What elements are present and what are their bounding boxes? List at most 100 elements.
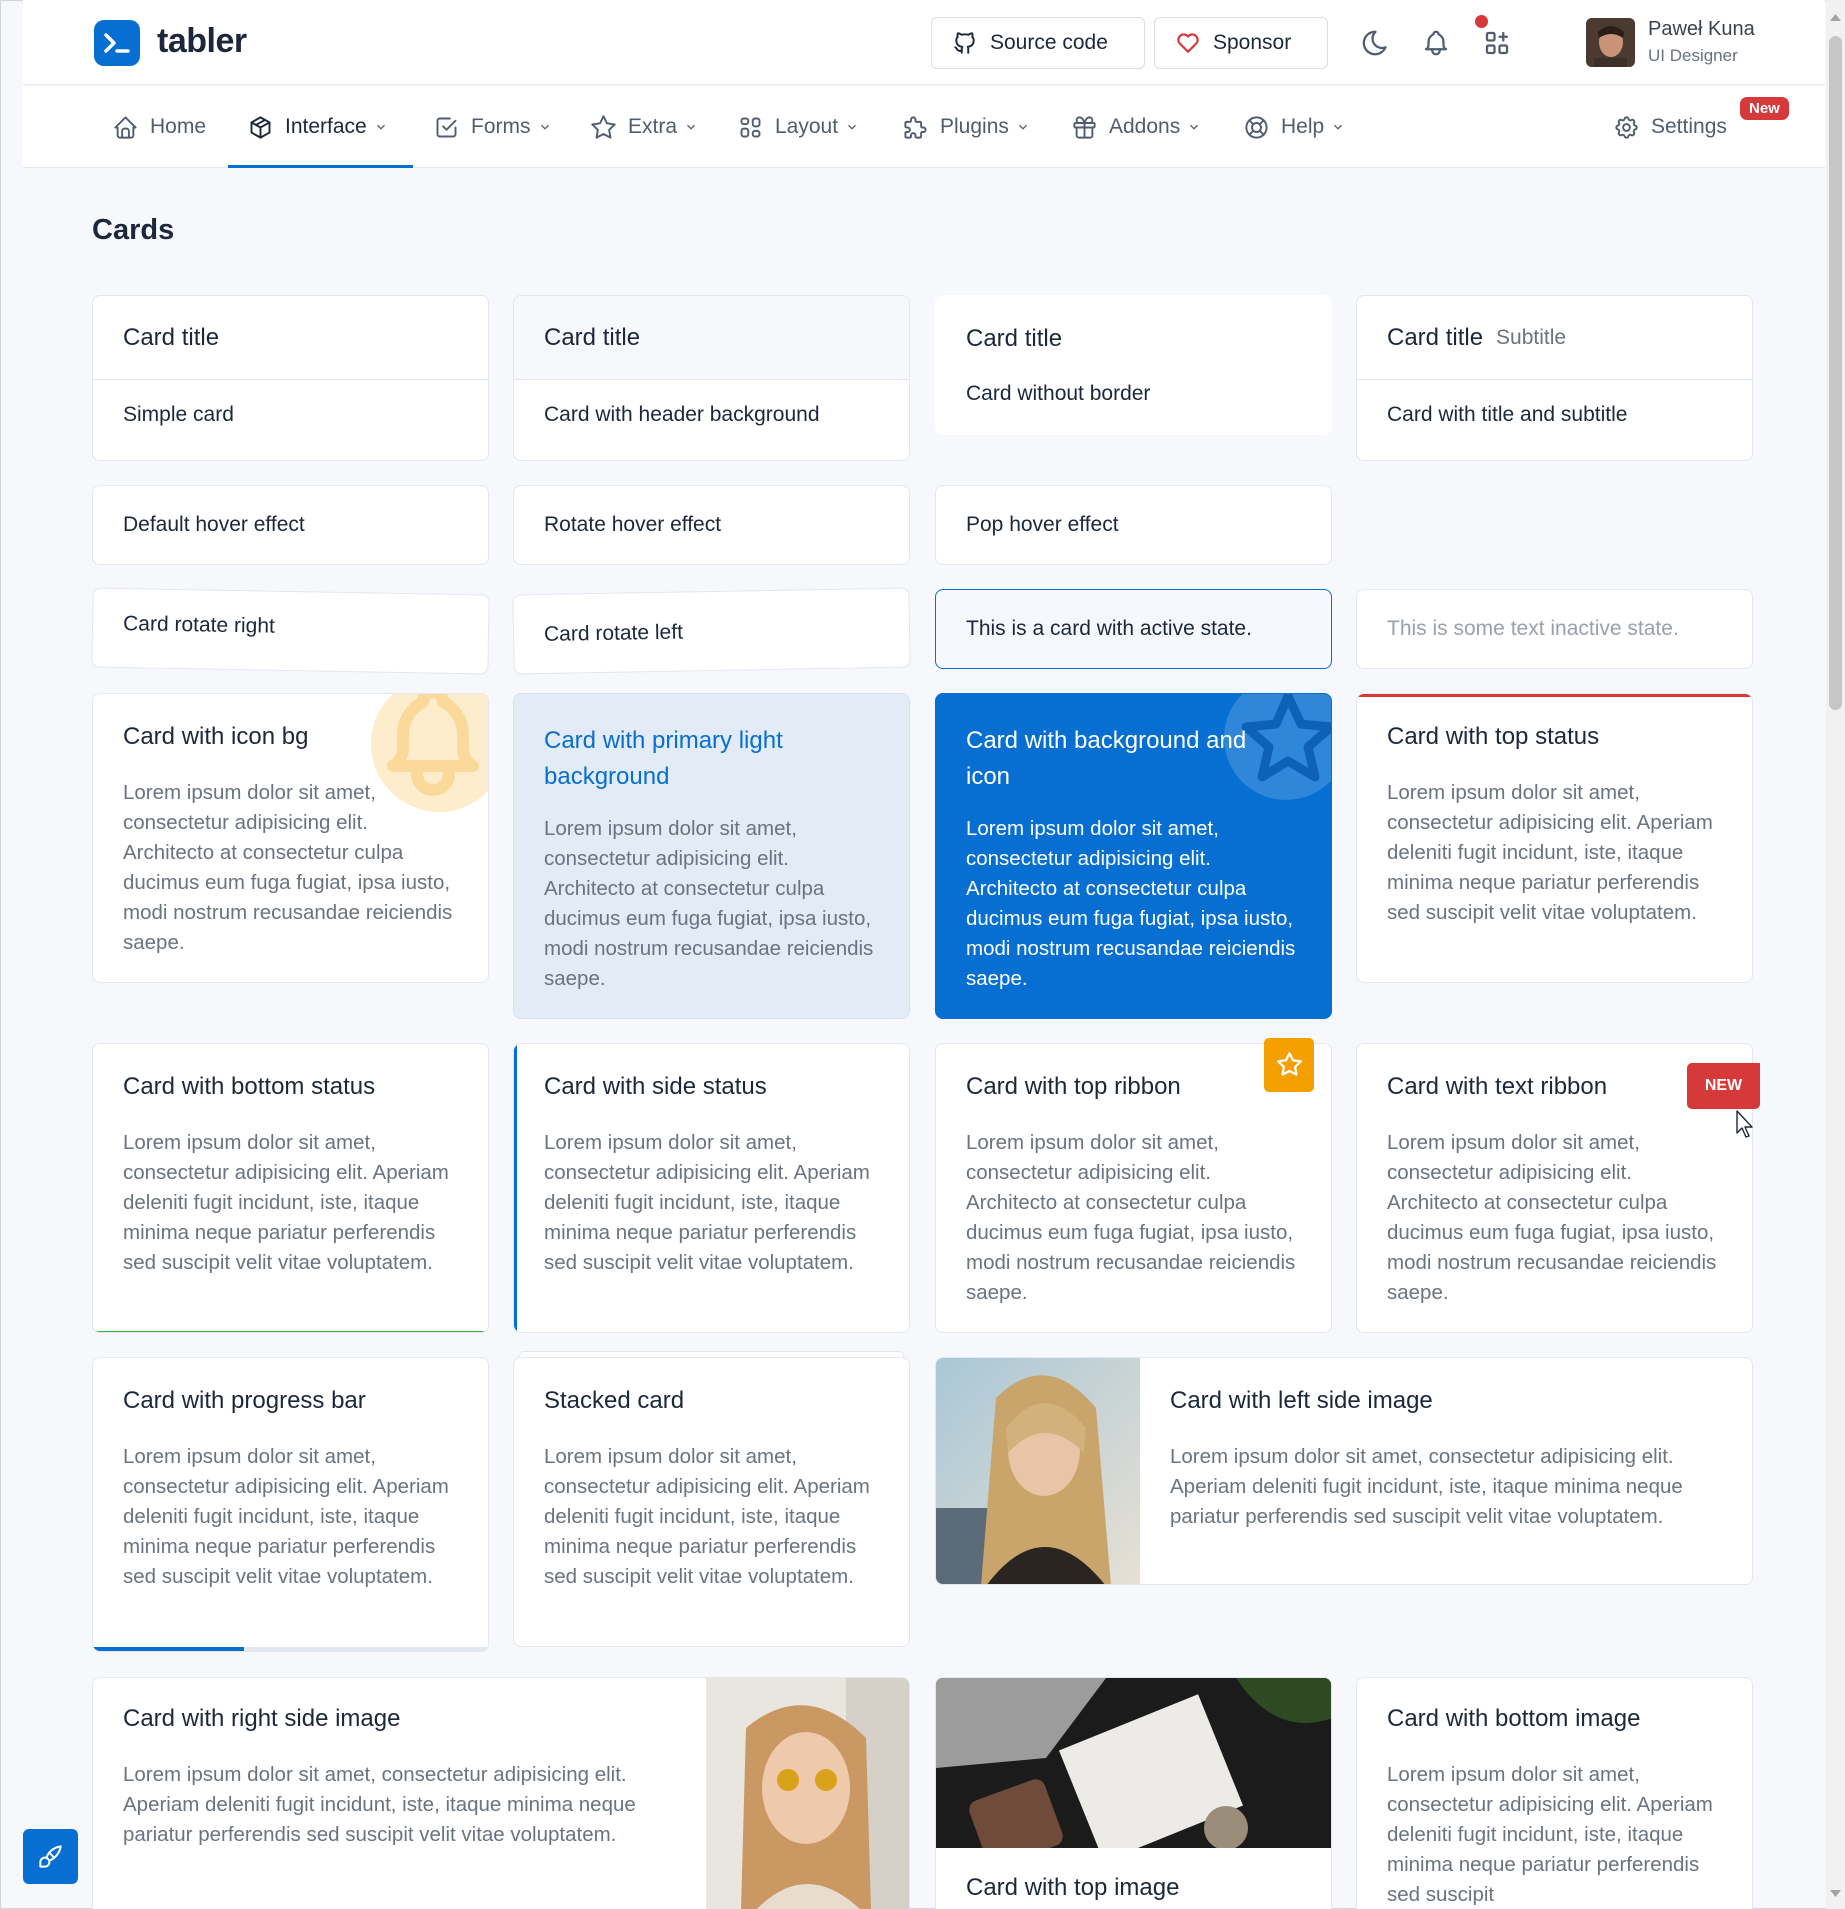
nav-item-interface[interactable]: Interface	[247, 86, 388, 168]
nav-item-forms[interactable]: Forms	[433, 86, 552, 168]
nav-item-addons[interactable]: Addons	[1071, 86, 1201, 168]
card-title: Card with primary light background	[544, 727, 783, 790]
tabler-logo-icon[interactable]	[94, 20, 140, 66]
card-title: Card with bottom image	[1387, 1705, 1641, 1732]
heart-icon	[1177, 33, 1199, 53]
nav-item-layout[interactable]: Layout	[737, 86, 859, 168]
nav-item-extra[interactable]: Extra	[590, 86, 698, 168]
home-icon	[114, 115, 137, 139]
card-body: Card with header background	[544, 403, 820, 426]
nav-label: Help	[1281, 115, 1325, 138]
card-simple: Card title Simple card	[92, 295, 489, 461]
top-ribbon	[1264, 1038, 1314, 1092]
card-title: Card title	[966, 325, 1063, 352]
checkbox-icon	[436, 117, 457, 137]
layout-icon	[740, 117, 761, 137]
scroll-up-icon[interactable]	[1829, 12, 1842, 22]
card-title: Card with background and icon	[966, 727, 1247, 790]
nav-label: Forms	[471, 115, 531, 138]
card-body: Lorem ipsum dolor sit amet, consectetur …	[123, 1131, 449, 1274]
card-rotate-hover[interactable]: Rotate hover effect	[513, 485, 910, 565]
top-header: tabler Source code Sponsor Paweł Kuna UI…	[23, 0, 1825, 85]
nav-item-plugins[interactable]: Plugins	[902, 86, 1030, 168]
card-title: Stacked card	[544, 1387, 685, 1414]
nav-label: Extra	[628, 115, 678, 138]
notification-dot	[1475, 15, 1488, 28]
card-title: Card with top status	[1387, 723, 1600, 750]
card-rotate-left: Card rotate left	[512, 587, 911, 675]
card-body: Simple card	[123, 403, 234, 426]
card-body: Lorem ipsum dolor sit amet, consectetur …	[123, 781, 453, 954]
text-ribbon: NEW	[1687, 1063, 1760, 1109]
card-no-border: Card title Card without border	[935, 295, 1332, 435]
source-code-label: Source code	[990, 31, 1108, 54]
card-body: Default hover effect	[123, 513, 305, 536]
chevron-down-icon	[540, 124, 549, 130]
moon-icon[interactable]	[1360, 28, 1390, 58]
card-title: Card with top ribbon	[966, 1073, 1181, 1100]
card-text-ribbon: Card with text ribbon Lorem ipsum dolor …	[1356, 1043, 1760, 1333]
nav-item-help[interactable]: Help	[1243, 86, 1345, 168]
woman-coins-image	[706, 1678, 909, 1909]
chevron-down-icon	[1334, 124, 1343, 130]
card-bottom-image: Card with bottom image Lorem ipsum dolor…	[1356, 1677, 1753, 1909]
user-role: UI Designer	[1648, 46, 1738, 65]
card-bottom-status: Card with bottom status Lorem ipsum dolo…	[92, 1043, 489, 1333]
card-title: Card title	[1387, 323, 1484, 351]
card-default-hover[interactable]: Default hover effect	[92, 485, 489, 565]
card-top-image: Card with top image	[935, 1677, 1332, 1909]
theme-settings-button[interactable]	[23, 1829, 78, 1884]
source-code-button[interactable]: Source code	[931, 17, 1145, 69]
bell-icon[interactable]	[1421, 28, 1451, 58]
card-body: Lorem ipsum dolor sit amet, consectetur …	[1170, 1445, 1683, 1528]
top-status-bar	[1357, 694, 1752, 697]
main-nav: Home Interface Forms Extra Layout Plugin…	[23, 86, 1825, 168]
scroll-down-icon[interactable]	[1829, 1889, 1842, 1899]
card-title: Card with progress bar	[123, 1387, 366, 1414]
card-body: Rotate hover effect	[544, 513, 722, 536]
card-title: Card with left side image	[1170, 1387, 1433, 1414]
nav-label: Addons	[1109, 115, 1181, 138]
package-icon	[250, 115, 271, 139]
apps-icon[interactable]	[1482, 28, 1512, 58]
card-title: Card title	[123, 323, 220, 351]
puzzle-icon	[904, 115, 927, 139]
card-active[interactable]: This is a card with active state.	[935, 589, 1332, 669]
card-body: Lorem ipsum dolor sit amet, consectetur …	[966, 1131, 1296, 1304]
lifebuoy-icon	[1245, 115, 1268, 139]
card-header-background: Card title Card with header background	[513, 295, 910, 461]
star-icon	[1277, 1052, 1302, 1076]
card-background-icon: Card with background and icon Lorem ipsu…	[935, 693, 1332, 1019]
card-progress-bar: Card with progress bar Lorem ipsum dolor…	[92, 1357, 489, 1652]
card-body: This is some text inactive state.	[1387, 617, 1679, 640]
user-name[interactable]: Paweł Kuna	[1648, 18, 1755, 41]
card-pop-hover[interactable]: Pop hover effect	[935, 485, 1332, 565]
progress-track	[93, 1647, 488, 1651]
settings-icon	[1615, 115, 1638, 139]
card-body: Lorem ipsum dolor sit amet, consectetur …	[1387, 1763, 1713, 1906]
desk-flatlay-image	[936, 1678, 1331, 1848]
card-title: Card title	[544, 323, 641, 351]
card-stacked: Stacked card Lorem ipsum dolor sit amet,…	[513, 1357, 910, 1647]
page-title: Cards	[92, 214, 175, 246]
card-right-image: Card with right side image Lorem ipsum d…	[92, 1677, 910, 1909]
brand-name[interactable]: tabler	[157, 22, 247, 61]
scrollbar-thumb[interactable]	[1829, 36, 1842, 710]
card-title: Card with icon bg	[123, 723, 309, 750]
sponsor-button[interactable]: Sponsor	[1154, 17, 1328, 69]
chevron-down-icon	[848, 124, 857, 130]
github-icon	[954, 32, 975, 54]
nav-label: Home	[150, 115, 207, 138]
card-body: Card without border	[966, 382, 1151, 405]
card-title: Card with side status	[544, 1073, 767, 1100]
nav-label: Plugins	[940, 115, 1009, 138]
avatar[interactable]	[1586, 18, 1635, 67]
nav-item-home[interactable]: Home	[112, 86, 206, 168]
nav-label: Interface	[285, 115, 367, 138]
new-badge: New	[1740, 97, 1789, 120]
card-title: Card with top image	[966, 1874, 1180, 1901]
card-body: Card rotate right	[122, 612, 276, 638]
card-title: Card with right side image	[123, 1705, 401, 1732]
nav-item-settings[interactable]: Settings	[1613, 86, 1727, 168]
progress-fill	[93, 1647, 244, 1651]
